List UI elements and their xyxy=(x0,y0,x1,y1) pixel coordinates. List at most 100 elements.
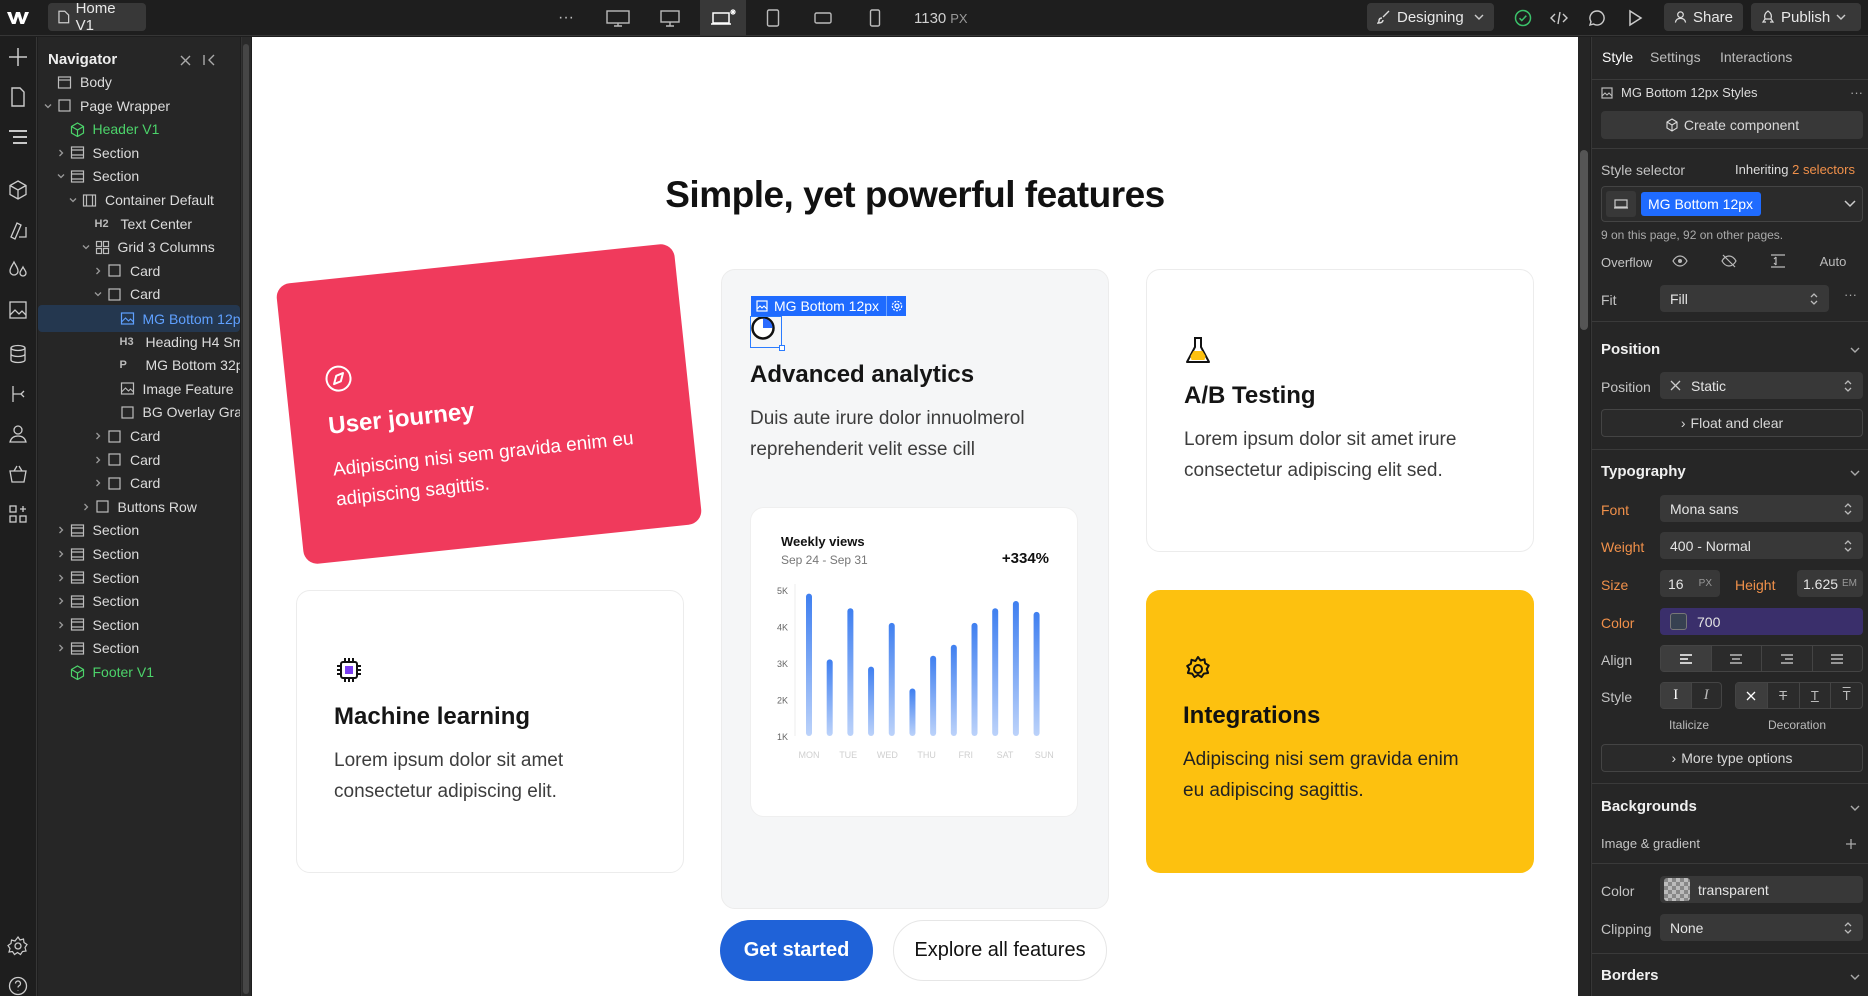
italic-off-icon[interactable]: I xyxy=(1661,683,1692,708)
bg-color-input[interactable]: transparent xyxy=(1660,876,1863,903)
chevron-down-icon[interactable] xyxy=(1849,467,1861,479)
align-left-icon[interactable] xyxy=(1661,646,1712,671)
page-selector[interactable]: Home V1 xyxy=(48,0,146,34)
clipping-select[interactable]: None xyxy=(1660,914,1863,941)
pages-icon[interactable] xyxy=(7,86,29,108)
chevron-down-icon[interactable] xyxy=(1844,200,1856,208)
navigator-scroll-thumb[interactable] xyxy=(243,44,249,994)
caret-right-icon[interactable] xyxy=(55,619,67,631)
color-swatch[interactable] xyxy=(1670,613,1687,630)
height-unit[interactable]: EM xyxy=(1842,578,1857,589)
caret-right-icon[interactable] xyxy=(55,595,67,607)
feature-card-integrations[interactable]: Integrations Adipiscing nisi sem gravida… xyxy=(1146,590,1534,873)
variables-icon[interactable] xyxy=(7,259,29,281)
inheriting-info[interactable]: Inheriting 2 selectors xyxy=(1735,162,1855,177)
breakpoint-mobile-icon[interactable] xyxy=(864,6,886,30)
caret-right-icon[interactable] xyxy=(92,265,104,277)
apps-icon[interactable] xyxy=(7,503,29,525)
chevron-down-icon[interactable] xyxy=(1849,971,1861,983)
add-icon[interactable] xyxy=(7,46,29,68)
selector-field[interactable]: MG Bottom 12px xyxy=(1601,186,1863,222)
navigator-item[interactable]: Section xyxy=(38,541,240,567)
feature-card-ab-testing[interactable]: A/B Testing Lorem ipsum dolor sit amet i… xyxy=(1146,269,1534,552)
navigator-item[interactable]: Container Default xyxy=(38,187,240,213)
help-icon[interactable] xyxy=(7,975,29,996)
breakpoint-desktop-base-icon[interactable] xyxy=(700,0,746,36)
tab-style[interactable]: Style xyxy=(1602,49,1633,65)
strikethrough-icon[interactable]: T xyxy=(1768,683,1800,708)
size-input[interactable]: 16 PX xyxy=(1660,570,1720,597)
caret-down-icon[interactable] xyxy=(42,100,54,112)
style-manager-icon[interactable] xyxy=(7,219,29,241)
position-select[interactable]: Static xyxy=(1660,372,1863,399)
caret-right-icon[interactable] xyxy=(55,524,67,536)
navigator-item[interactable]: Section xyxy=(38,517,240,543)
navigator-item[interactable]: Card xyxy=(38,447,240,473)
more-options-icon[interactable]: ··· xyxy=(1844,287,1857,302)
align-right-icon[interactable] xyxy=(1762,646,1813,671)
users-icon[interactable] xyxy=(7,423,29,445)
caret-right-icon[interactable] xyxy=(92,454,104,466)
navigator-item[interactable]: Page Wrapper xyxy=(38,93,240,119)
caret-down-icon[interactable] xyxy=(80,241,92,253)
add-icon[interactable] xyxy=(1845,838,1857,850)
navigator-item[interactable]: Body xyxy=(38,69,240,95)
webflow-logo[interactable] xyxy=(6,6,30,30)
overflow-auto[interactable]: Auto xyxy=(1820,254,1847,269)
feature-card-user-journey[interactable]: User journey Adipiscing nisi sem gravida… xyxy=(275,242,703,566)
selector-chip[interactable]: MG Bottom 12px xyxy=(1641,192,1761,216)
caret-right-icon[interactable] xyxy=(80,501,92,513)
collapse-panel-icon[interactable] xyxy=(201,52,217,68)
more-options-icon[interactable]: ··· xyxy=(1850,85,1863,100)
navigator-item[interactable]: Section xyxy=(38,588,240,614)
caret-down-icon[interactable] xyxy=(55,170,67,182)
more-type-options-button[interactable]: › More type options xyxy=(1601,744,1863,772)
comment-icon[interactable] xyxy=(1586,7,1608,29)
overline-icon[interactable]: T xyxy=(1831,683,1862,708)
navigator-item[interactable]: Footer V1 xyxy=(38,659,240,685)
resize-handle[interactable] xyxy=(779,345,785,351)
caret-right-icon[interactable] xyxy=(55,572,67,584)
navigator-item[interactable]: Card xyxy=(38,470,240,496)
chevron-down-icon[interactable] xyxy=(1849,802,1861,814)
float-and-clear-button[interactable]: › Float and clear xyxy=(1601,409,1863,437)
navigator-item[interactable]: P MG Bottom 32px xyxy=(38,352,241,378)
caret-right-icon[interactable] xyxy=(55,548,67,560)
caret-down-icon[interactable] xyxy=(67,194,79,206)
tab-settings[interactable]: Settings xyxy=(1650,49,1701,65)
fit-select[interactable]: Fill xyxy=(1660,285,1829,312)
color-input[interactable]: 700 xyxy=(1660,608,1863,635)
navigator-item[interactable]: Section xyxy=(38,163,240,189)
caret-right-icon[interactable] xyxy=(55,147,67,159)
navigator-item[interactable]: Header V1 xyxy=(38,116,240,142)
navigator-item[interactable]: Section xyxy=(38,140,240,166)
ecommerce-icon[interactable] xyxy=(7,463,29,485)
eye-off-icon[interactable] xyxy=(1721,254,1737,268)
breakpoint-desktop-large-icon[interactable] xyxy=(656,6,684,30)
mode-dropdown[interactable]: Designing xyxy=(1367,3,1494,31)
weight-select[interactable]: 400 - Normal xyxy=(1660,532,1863,559)
design-canvas[interactable]: Simple, yet powerful features User journ… xyxy=(252,37,1578,996)
assets-icon[interactable] xyxy=(7,299,29,321)
navigator-item[interactable]: Card xyxy=(38,281,240,307)
italic-icon[interactable]: I xyxy=(1692,683,1722,708)
navigator-item[interactable]: Image Feature xyxy=(38,376,240,402)
transparent-swatch[interactable] xyxy=(1664,878,1690,901)
section-headline[interactable]: Simple, yet powerful features xyxy=(252,174,1578,216)
navigator-item[interactable]: Section xyxy=(38,635,240,661)
components-icon[interactable] xyxy=(7,179,29,201)
canvas-scroll-thumb[interactable] xyxy=(1580,150,1588,330)
align-justify-icon[interactable] xyxy=(1813,646,1863,671)
chevron-down-icon[interactable] xyxy=(1849,344,1861,356)
breakpoint-mobile-landscape-icon[interactable] xyxy=(812,6,834,30)
typography-section-title[interactable]: Typography xyxy=(1601,463,1686,480)
navigator-item[interactable]: H2 Text Center xyxy=(38,211,240,237)
decoration-none-icon[interactable] xyxy=(1736,683,1768,708)
size-unit[interactable]: PX xyxy=(1699,578,1712,589)
breakpoint-tablet-icon[interactable] xyxy=(762,6,784,30)
font-select[interactable]: Mona sans xyxy=(1660,495,1863,522)
navigator-item[interactable]: H3 Heading H4 Small xyxy=(38,329,241,355)
underline-icon[interactable]: T xyxy=(1800,683,1832,708)
navigator-item[interactable]: Section xyxy=(38,565,240,591)
create-component-button[interactable]: Create component xyxy=(1601,111,1863,139)
